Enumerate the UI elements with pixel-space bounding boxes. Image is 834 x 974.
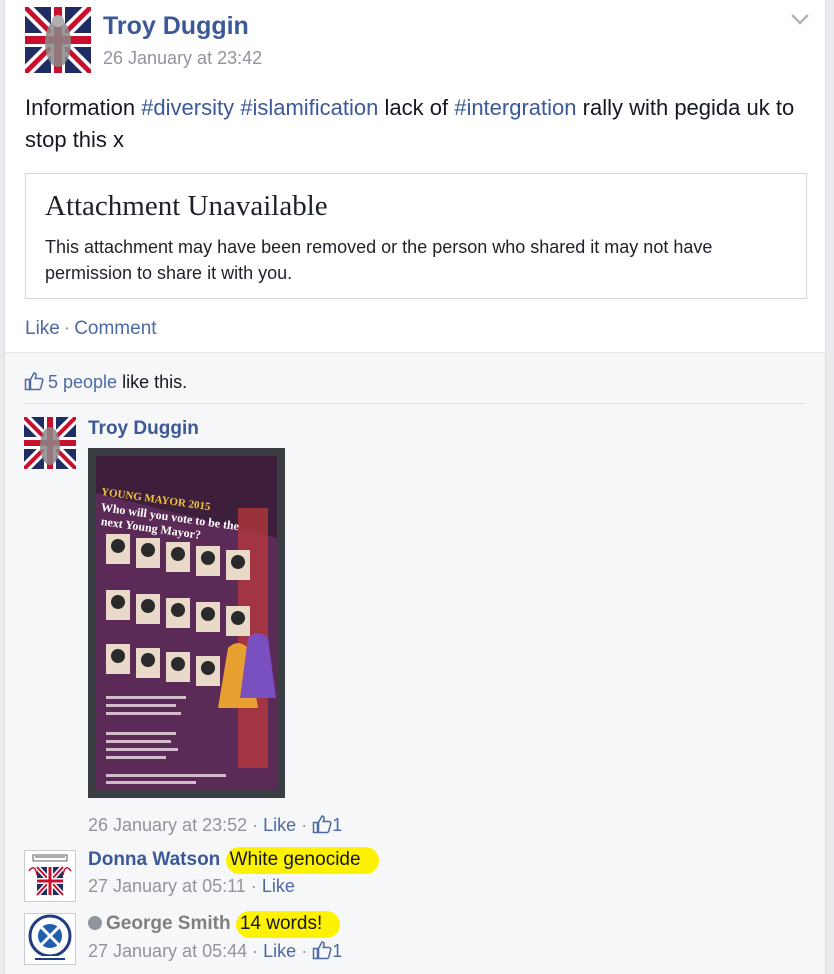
hashtag-intergration[interactable]: #intergration bbox=[454, 95, 576, 120]
post-author-name[interactable]: Troy Duggin bbox=[103, 12, 249, 41]
comment-author-name[interactable]: Troy Duggin bbox=[88, 418, 199, 439]
commenter-avatar[interactable] bbox=[24, 913, 76, 965]
post-actions: Like · Comment bbox=[25, 318, 157, 340]
post-text-segment: lack of bbox=[378, 95, 455, 120]
attachment-box: Attachment Unavailable This attachment m… bbox=[25, 173, 807, 299]
like-button[interactable]: Like bbox=[25, 318, 60, 339]
comment-timestamp[interactable]: 27 January at 05:44 bbox=[88, 941, 247, 961]
comment-meta: 27 January at 05:11 · Like bbox=[88, 876, 295, 897]
thumbs-up-icon bbox=[312, 940, 332, 965]
hashtag-diversity[interactable]: #diversity bbox=[141, 95, 234, 120]
separator: · bbox=[252, 941, 259, 961]
comment-button[interactable]: Comment bbox=[74, 318, 156, 339]
comment-like-count[interactable]: 1 bbox=[332, 815, 342, 835]
post-text-segment: Information bbox=[25, 95, 142, 120]
comment-like-count[interactable]: 1 bbox=[332, 941, 342, 961]
blocked-user-icon bbox=[88, 916, 102, 930]
post-timestamp[interactable]: 26 January at 23:42 bbox=[103, 48, 262, 69]
separator: · bbox=[301, 815, 308, 835]
commenter-avatar[interactable] bbox=[24, 850, 76, 902]
comment-like-button[interactable]: Like bbox=[262, 876, 295, 896]
comment-author: Donna Watson White genocide bbox=[88, 847, 379, 874]
post-text: Information #diversity #islamification l… bbox=[25, 92, 815, 156]
thumbs-up-icon bbox=[24, 371, 44, 396]
comment-text: White genocide bbox=[225, 847, 379, 874]
comment-meta: 26 January at 23:52 · Like · 1 bbox=[88, 814, 342, 839]
author-avatar[interactable] bbox=[25, 7, 91, 73]
comment-like-button[interactable]: Like bbox=[263, 941, 296, 961]
attachment-title: Attachment Unavailable bbox=[45, 190, 328, 222]
separator: · bbox=[301, 941, 308, 961]
comment-like-button[interactable]: Like bbox=[263, 815, 296, 835]
hashtag-islamification[interactable]: #islamification bbox=[240, 95, 378, 120]
comment-author: Troy Duggin bbox=[88, 418, 199, 440]
comment-photo[interactable]: YOUNG MAYOR 2015 Who will you vote to be… bbox=[88, 448, 285, 798]
action-separator: · bbox=[63, 318, 71, 339]
comment-author-name[interactable]: George Smith bbox=[106, 913, 231, 934]
thumbs-up-icon bbox=[312, 814, 332, 839]
comment-author: George Smith 14 words! bbox=[88, 911, 341, 938]
comment-timestamp[interactable]: 26 January at 23:52 bbox=[88, 815, 247, 835]
likes-suffix: like this. bbox=[117, 372, 188, 392]
attachment-message: This attachment may have been removed or… bbox=[45, 237, 713, 283]
separator: · bbox=[252, 815, 259, 835]
separator: · bbox=[250, 876, 257, 896]
commenter-avatar[interactable] bbox=[24, 417, 76, 469]
chevron-down-icon[interactable] bbox=[789, 10, 811, 28]
likes-count-link[interactable]: 5 people bbox=[48, 372, 117, 392]
comment-author-name[interactable]: Donna Watson bbox=[88, 849, 220, 870]
divider bbox=[24, 403, 806, 404]
comment-text: 14 words! bbox=[235, 911, 341, 938]
comment-timestamp[interactable]: 27 January at 05:11 bbox=[88, 876, 246, 896]
likes-summary: 5 people like this. bbox=[24, 371, 187, 396]
comment-meta: 27 January at 05:44 · Like · 1 bbox=[88, 940, 342, 965]
